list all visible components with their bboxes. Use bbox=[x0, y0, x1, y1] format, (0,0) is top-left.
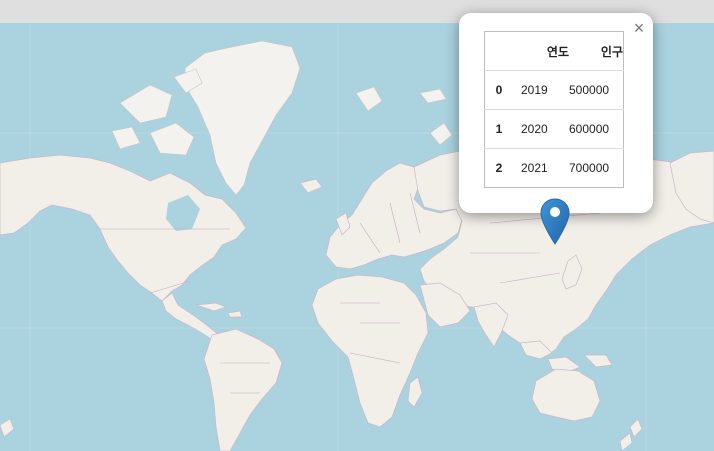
row-population: 700000 bbox=[569, 148, 624, 188]
row-year: 2019 bbox=[513, 70, 569, 110]
row-population: 500000 bbox=[569, 70, 624, 110]
table-header-index bbox=[485, 32, 514, 71]
table-row: 2 2021 700000 bbox=[484, 148, 624, 188]
table-header-population: 인구 bbox=[600, 44, 623, 59]
table-row: 1 2020 600000 bbox=[484, 109, 624, 149]
map-pin-icon[interactable] bbox=[540, 198, 570, 246]
row-index: 0 bbox=[484, 70, 513, 110]
table-header-year: 연도 bbox=[546, 44, 569, 59]
popup-data-table: 연도 인구 0 2019 500000 1 2020 600000 2 2021… bbox=[484, 31, 624, 188]
row-year: 2021 bbox=[513, 148, 569, 188]
row-index: 1 bbox=[484, 109, 513, 149]
table-header-row: 연도 인구 bbox=[485, 32, 624, 71]
popup-close-button[interactable]: × bbox=[631, 19, 647, 37]
table-row: 0 2019 500000 bbox=[484, 70, 624, 110]
row-index: 2 bbox=[484, 148, 513, 188]
row-population: 600000 bbox=[569, 109, 624, 149]
row-year: 2020 bbox=[513, 109, 569, 149]
